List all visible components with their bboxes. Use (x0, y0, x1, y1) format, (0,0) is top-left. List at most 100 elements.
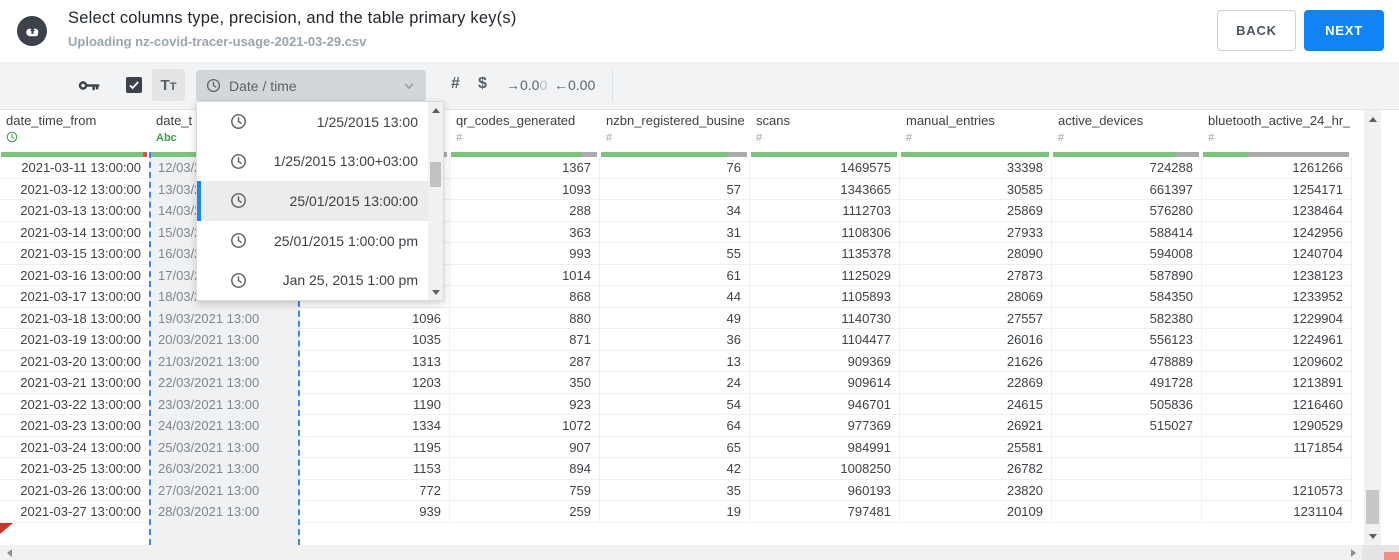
header-bar: Select columns type, precision, and the … (0, 0, 1399, 62)
column-cells: 724288 661397 576280 588414 594008 587890 5843… (1052, 157, 1202, 523)
table-cell: 21626 (900, 350, 1052, 372)
type-format-option[interactable]: 1/25/2015 13:00 (197, 102, 428, 142)
table-cell: 1112703 (750, 200, 900, 222)
type-format-option[interactable]: 25/01/2015 1:00:00 pm (197, 221, 428, 261)
corner-accent-bar (1384, 552, 1399, 560)
column-header[interactable]: bluetooth_active_24_hr_ (1208, 113, 1350, 128)
table-cell: 1240704 (1202, 243, 1352, 265)
column-type-icon: # (606, 132, 613, 144)
column-header[interactable]: manual_entries (906, 113, 1050, 128)
column-header[interactable]: active_devices (1058, 113, 1200, 128)
checkmark-icon (129, 81, 139, 90)
add-precision-light: 0 (539, 77, 548, 93)
table-cell: 478889 (1052, 350, 1202, 372)
column-header[interactable]: scans (756, 113, 898, 128)
table-cell: 772 (300, 479, 450, 501)
table-cell: 1224961 (1202, 329, 1352, 351)
currency-type-button[interactable]: $ (478, 75, 487, 93)
include-column-checkbox[interactable] (126, 77, 142, 93)
dropdown-scroll-thumb[interactable] (430, 162, 441, 187)
table-cell: 2021-03-16 13:00:00 (0, 264, 150, 286)
table-cell: 20109 (900, 501, 1052, 523)
scroll-up-button[interactable] (1364, 112, 1381, 126)
remove-precision-button[interactable]: ←0.00 (554, 77, 595, 93)
add-precision-button[interactable]: →0.00 (506, 77, 547, 93)
add-precision-dark: →0.0 (506, 77, 540, 93)
table-cell: 49 (600, 307, 750, 329)
column-header[interactable]: qr_codes_generated (456, 113, 598, 128)
primary-key-button[interactable] (78, 78, 100, 98)
column-cells: 76 57 34 31 55 61 44 49 36 13 24 54 64 65 42 35 19 (600, 157, 750, 523)
back-button[interactable]: BACK (1217, 10, 1296, 51)
key-icon (78, 81, 100, 91)
type-format-option[interactable]: 25/01/2015 13:00:00 (197, 181, 428, 221)
clock-icon (231, 193, 246, 209)
table-cell: 2021-03-26 13:00:00 (0, 479, 150, 501)
scroll-down-button[interactable] (1364, 529, 1381, 543)
column-type-select[interactable]: Date / time (196, 70, 426, 101)
table-cell: 54 (600, 393, 750, 415)
type-format-option[interactable]: Jan 25, 2015 1:00 pm (197, 260, 428, 300)
table-column: nzbn_registered_busine #76 57 34 31 55 61 44 49 3… (600, 110, 750, 545)
horizontal-scrollbar[interactable] (0, 545, 1362, 560)
text-type-button[interactable]: Tt (152, 69, 185, 101)
table-cell: 1290529 (1202, 415, 1352, 437)
table-column: active_devices #724288 661397 576280 588414 5… (1052, 110, 1202, 545)
page-subtitle: Uploading nz-covid-tracer-usage-2021-03-… (68, 34, 367, 49)
table-cell: 871 (450, 329, 600, 351)
table-cell: 1238464 (1202, 200, 1352, 222)
table-cell: 1209602 (1202, 350, 1352, 372)
table-cell: 287 (450, 350, 600, 372)
table-cell: 984991 (750, 436, 900, 458)
arrow-up-icon (431, 107, 440, 113)
column-header[interactable]: date_time_from (6, 113, 148, 128)
table-cell: 36 (600, 329, 750, 351)
table-cell: 26016 (900, 329, 1052, 351)
column-type-icon: # (1058, 132, 1065, 144)
vertical-scrollbar[interactable] (1364, 110, 1381, 545)
column-type-icon: Abc (156, 132, 177, 144)
type-format-option[interactable]: 1/25/2015 13:00+03:00 (197, 142, 428, 182)
table-cell: 2021-03-18 13:00:00 (0, 307, 150, 329)
vertical-scroll-thumb[interactable] (1366, 490, 1379, 524)
table-cell: 587890 (1052, 264, 1202, 286)
table-cell: 2021-03-27 13:00:00 (0, 501, 150, 523)
dropdown-scrollbar[interactable] (428, 102, 443, 300)
table-cell: 1216460 (1202, 393, 1352, 415)
option-label: 25/01/2015 13:00:00 (289, 192, 418, 209)
table-cell: 1313 (300, 350, 450, 372)
table-cell: 1233952 (1202, 286, 1352, 308)
arrow-right-icon (1350, 548, 1356, 557)
column-type-icon: # (1208, 132, 1215, 144)
dropdown-scroll-down-button[interactable] (428, 286, 443, 298)
column-header[interactable]: nzbn_registered_busine (606, 113, 748, 128)
table-cell: 894 (450, 458, 600, 480)
number-type-button[interactable]: # (451, 75, 460, 93)
scroll-left-button[interactable] (2, 545, 16, 560)
next-button[interactable]: NEXT (1304, 10, 1384, 51)
column-cells: 1367 1093 288 363 993 1014 868 880 871 287 350 923 1… (450, 157, 600, 523)
table-cell: 2021-03-23 13:00:00 (0, 415, 150, 437)
table-cell: 960193 (750, 479, 900, 501)
type-format-dropdown-menu: 1/25/2015 13:00 1/25/2015 13:00+03:00 25/0… (196, 101, 444, 301)
table-cell: 515027 (1052, 415, 1202, 437)
table-cell: 977369 (750, 415, 900, 437)
table-cell: 1105893 (750, 286, 900, 308)
upload-wizard-page: { "header": { "title": "Select columns t… (0, 0, 1399, 560)
table-cell: 2021-03-21 13:00:00 (0, 372, 150, 394)
table-cell: 20/03/2021 13:00 (150, 329, 300, 351)
table-cell: 2021-03-15 13:00:00 (0, 243, 150, 265)
table-cell: 26782 (900, 458, 1052, 480)
cloud-upload-icon (25, 27, 38, 36)
table-column: bluetooth_active_24_hr_ #1261266 1254171 12… (1202, 110, 1352, 545)
table-cell: 2021-03-25 13:00:00 (0, 458, 150, 480)
scroll-right-button[interactable] (1346, 545, 1360, 560)
clock-icon (6, 131, 18, 143)
table-cell: 26/03/2021 13:00 (150, 458, 300, 480)
table-cell: 19 (600, 501, 750, 523)
dropdown-scroll-up-button[interactable] (428, 104, 443, 116)
option-label: 1/25/2015 13:00+03:00 (273, 153, 418, 170)
table-cell: 61 (600, 264, 750, 286)
table-cell: 1190 (300, 393, 450, 415)
column-cells: 33398 30585 25869 27933 28090 27873 28069 27557… (900, 157, 1052, 523)
